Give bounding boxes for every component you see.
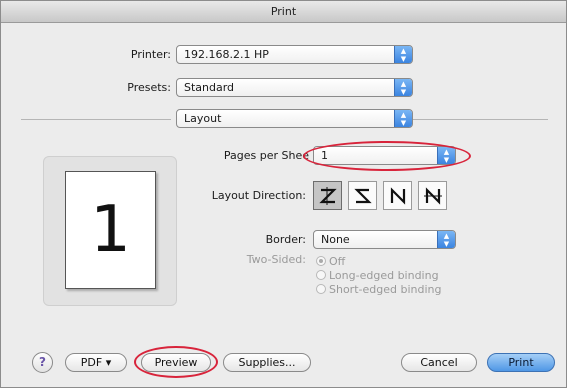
presets-value: Standard — [184, 81, 235, 94]
layout-direction-s-button[interactable] — [348, 181, 377, 210]
print-button[interactable]: Print — [487, 353, 555, 372]
window-title: Print — [1, 1, 566, 23]
divider-left — [21, 119, 171, 120]
cancel-button[interactable]: Cancel — [401, 353, 477, 372]
reverse-s-order-icon — [354, 188, 372, 204]
page-preview-number: 1 — [90, 193, 131, 267]
layout-direction-z-button[interactable] — [313, 181, 342, 210]
supplies-button[interactable]: Supplies... — [223, 353, 311, 372]
panel-value: Layout — [184, 112, 222, 125]
layout-direction-label: Layout Direction: — [211, 189, 306, 202]
popup-arrows-icon: ▲ ▼ — [394, 46, 412, 63]
preview-button[interactable]: Preview — [141, 353, 211, 372]
divider-right — [413, 119, 548, 120]
border-popup[interactable]: None ▲ ▼ — [313, 230, 456, 249]
printer-value: 192.168.2.1 HP — [184, 48, 269, 61]
layout-direction-n-button[interactable] — [418, 181, 447, 210]
radio-icon — [316, 270, 326, 280]
popup-arrows-icon: ▲ ▼ — [437, 147, 455, 164]
print-dialog: Print Printer: 192.168.2.1 HP ▲ ▼ Presets… — [0, 0, 567, 388]
popup-arrows-icon: ▲ ▼ — [437, 231, 455, 248]
z-order-icon — [319, 187, 337, 205]
pages-per-sheet-label: Pages per Shee — [223, 149, 309, 162]
page-preview: 1 — [65, 171, 156, 289]
two-sided-label: Two-Sided: — [246, 253, 306, 266]
popup-arrows-icon: ▲ ▼ — [394, 110, 412, 127]
pages-per-sheet-value: 1 — [321, 149, 328, 162]
presets-label: Presets: — [127, 81, 171, 94]
n-order-icon — [424, 187, 442, 205]
two-sided-long-edge-radio[interactable]: Long-edged binding — [316, 269, 439, 282]
layout-direction-reverse-n-button[interactable] — [383, 181, 412, 210]
radio-icon — [316, 284, 326, 294]
reverse-n-order-icon — [390, 187, 406, 205]
pdf-menu-button[interactable]: PDF ▾ — [65, 353, 127, 372]
border-value: None — [321, 233, 350, 246]
radio-selected-icon — [316, 256, 326, 266]
two-sided-off-radio[interactable]: Off — [316, 255, 345, 268]
printer-label: Printer: — [130, 48, 171, 61]
two-sided-short-edge-radio[interactable]: Short-edged binding — [316, 283, 441, 296]
printer-popup[interactable]: 192.168.2.1 HP ▲ ▼ — [176, 45, 413, 64]
popup-arrows-icon: ▲ ▼ — [394, 79, 412, 96]
border-label: Border: — [265, 233, 306, 246]
panel-popup[interactable]: Layout ▲ ▼ — [176, 109, 413, 128]
pages-per-sheet-popup[interactable]: 1 ▲ ▼ — [313, 146, 456, 165]
presets-popup[interactable]: Standard ▲ ▼ — [176, 78, 413, 97]
help-button[interactable]: ? — [32, 352, 53, 373]
